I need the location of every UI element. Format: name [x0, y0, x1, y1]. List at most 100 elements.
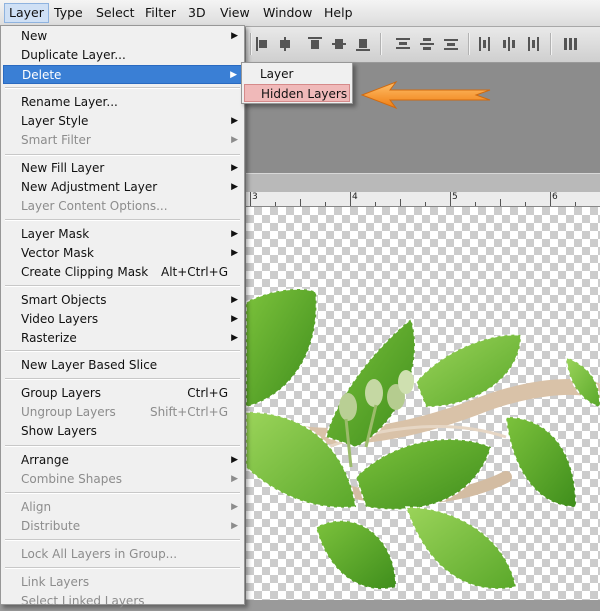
menu-item-arrange[interactable]: Arrange ▶: [3, 451, 242, 470]
menu-filter[interactable]: Filter: [141, 4, 180, 22]
menu-item-label: Distribute: [21, 519, 81, 533]
align-horizontal-centers-icon[interactable]: [278, 37, 292, 51]
align-vertical-centers-icon[interactable]: [332, 37, 346, 51]
ruler-label: 4: [352, 192, 358, 202]
menu-item-label: Layer Content Options...: [21, 199, 168, 213]
distribute-bottom-icon[interactable]: [444, 37, 458, 51]
menu-item-label: Ungroup Layers: [21, 405, 116, 419]
toolbar-separator: [380, 33, 382, 55]
menu-help[interactable]: Help: [320, 4, 357, 22]
submenu-arrow-icon: ▶: [231, 116, 238, 126]
menu-item-duplicate-layer[interactable]: Duplicate Layer...: [3, 46, 242, 65]
menu-item-label: Create Clipping Mask: [21, 265, 149, 279]
submenu-arrow-icon: ▶: [231, 229, 238, 239]
submenu-arrow-icon: ▶: [231, 182, 238, 192]
menu-item-layer-content-options[interactable]: Layer Content Options...: [3, 197, 242, 216]
document-canvas[interactable]: [246, 207, 600, 600]
delete-submenu: Layer Hidden Layers: [241, 62, 353, 104]
menu-item-new-fill-layer[interactable]: New Fill Layer ▶: [3, 159, 242, 178]
submenu-arrow-icon: ▶: [231, 163, 238, 173]
submenu-arrow-icon: ▶: [231, 314, 238, 324]
menu-select[interactable]: Select: [92, 4, 139, 22]
menu-item-combine-shapes[interactable]: Combine Shapes ▶: [3, 470, 242, 489]
align-left-edges-icon[interactable]: [256, 37, 270, 51]
distribute-top-icon[interactable]: [396, 37, 410, 51]
ruler-label: 6: [552, 192, 558, 202]
menu-item-smart-objects[interactable]: Smart Objects ▶: [3, 291, 242, 310]
submenu-item-hidden-layers[interactable]: Hidden Layers: [244, 84, 350, 102]
menu-divider: [5, 285, 240, 287]
menu-item-label: New Adjustment Layer: [21, 180, 158, 194]
submenu-arrow-icon: ▶: [231, 295, 238, 305]
menu-divider: [5, 445, 240, 447]
menu-item-shortcut: Shift+Ctrl+G: [149, 405, 228, 419]
menu-item-new-layer-based-slice[interactable]: New Layer Based Slice: [3, 356, 242, 375]
menu-item-smart-filter[interactable]: Smart Filter ▶: [3, 131, 242, 150]
menu-window[interactable]: Window: [259, 4, 316, 22]
menu-item-select-linked-layers[interactable]: Select Linked Layers: [3, 592, 242, 611]
toolbar-separator: [250, 33, 252, 55]
menu-item-label: Layer Mask: [21, 227, 90, 241]
submenu-item-layer[interactable]: Layer: [244, 65, 350, 83]
menu-item-group-layers[interactable]: Group Layers Ctrl+G: [3, 384, 242, 403]
menu-item-align[interactable]: Align ▶: [3, 498, 242, 517]
menu-item-link-layers[interactable]: Link Layers: [3, 573, 242, 592]
menu-item-label: Delete: [22, 68, 62, 82]
menu-item-label: Duplicate Layer...: [21, 48, 126, 62]
menu-item-label: Rename Layer...: [21, 95, 118, 109]
menu-item-show-layers[interactable]: Show Layers: [3, 422, 242, 441]
menu-divider: [5, 567, 240, 569]
menu-item-label: Rasterize: [21, 331, 77, 345]
menu-item-vector-mask[interactable]: Vector Mask ▶: [3, 244, 242, 263]
menu-item-label: New: [21, 29, 48, 43]
distribute-vertical-centers-icon[interactable]: [420, 37, 434, 51]
menu-item-label: Group Layers: [21, 386, 102, 400]
menu-divider: [5, 492, 240, 494]
distribute-left-icon[interactable]: [478, 37, 492, 51]
toolbar-separator: [468, 33, 470, 55]
menu-type[interactable]: Type: [50, 4, 87, 22]
layer-menu: New ▶ Duplicate Layer... Delete ▶ Rename L…: [0, 25, 245, 608]
horizontal-ruler: 3 4 5 6: [246, 192, 600, 207]
menu-item-label: Video Layers: [21, 312, 99, 326]
submenu-item-label: Layer: [260, 67, 294, 81]
align-bottom-edges-icon[interactable]: [356, 37, 370, 51]
menu-item-label: Arrange: [21, 453, 69, 467]
options-bar: [246, 27, 600, 63]
auto-align-layers-icon[interactable]: [564, 37, 578, 51]
menu-item-rename-layer[interactable]: Rename Layer...: [3, 93, 242, 112]
submenu-arrow-icon: ▶: [231, 521, 238, 531]
align-top-edges-icon[interactable]: [308, 37, 322, 51]
menu-item-label: Smart Objects: [21, 293, 107, 307]
menu-view[interactable]: View: [216, 4, 254, 22]
menu-item-layer-style[interactable]: Layer Style ▶: [3, 112, 242, 131]
menu-item-label: Layer Style: [21, 114, 89, 128]
submenu-arrow-icon: ▶: [231, 135, 238, 145]
menu-bar: Layer Type Select Filter 3D View Window …: [0, 0, 600, 27]
submenu-arrow-icon: ▶: [230, 70, 237, 80]
menu-item-new-adjustment-layer[interactable]: New Adjustment Layer ▶: [3, 178, 242, 197]
ruler-label: 5: [452, 192, 458, 202]
toolbar-separator: [550, 33, 552, 55]
menu-item-create-clipping-mask[interactable]: Create Clipping Mask Alt+Ctrl+G: [3, 263, 242, 282]
menu-item-delete[interactable]: Delete ▶: [3, 65, 242, 84]
orange-arrow-icon: [360, 80, 491, 110]
menu-divider: [5, 154, 240, 156]
menu-item-video-layers[interactable]: Video Layers ▶: [3, 310, 242, 329]
menu-item-lock-all-layers-in-group[interactable]: Lock All Layers in Group...: [3, 545, 242, 564]
menu-3d[interactable]: 3D: [184, 4, 210, 22]
menu-divider: [5, 539, 240, 541]
menu-item-ungroup-layers[interactable]: Ungroup Layers Shift+Ctrl+G: [3, 403, 242, 422]
menu-item-distribute[interactable]: Distribute ▶: [3, 517, 242, 536]
menu-layer[interactable]: Layer: [4, 3, 49, 23]
submenu-arrow-icon: ▶: [231, 31, 238, 41]
menu-divider: [5, 378, 240, 380]
distribute-right-icon[interactable]: [526, 37, 540, 51]
distribute-horizontal-centers-icon[interactable]: [502, 37, 516, 51]
submenu-arrow-icon: ▶: [231, 502, 238, 512]
menu-item-label: Lock All Layers in Group...: [21, 547, 178, 561]
menu-item-new[interactable]: New ▶: [3, 27, 242, 46]
menu-item-layer-mask[interactable]: Layer Mask ▶: [3, 225, 242, 244]
menu-item-rasterize[interactable]: Rasterize ▶: [3, 329, 242, 348]
leaf-artwork: [246, 288, 600, 590]
